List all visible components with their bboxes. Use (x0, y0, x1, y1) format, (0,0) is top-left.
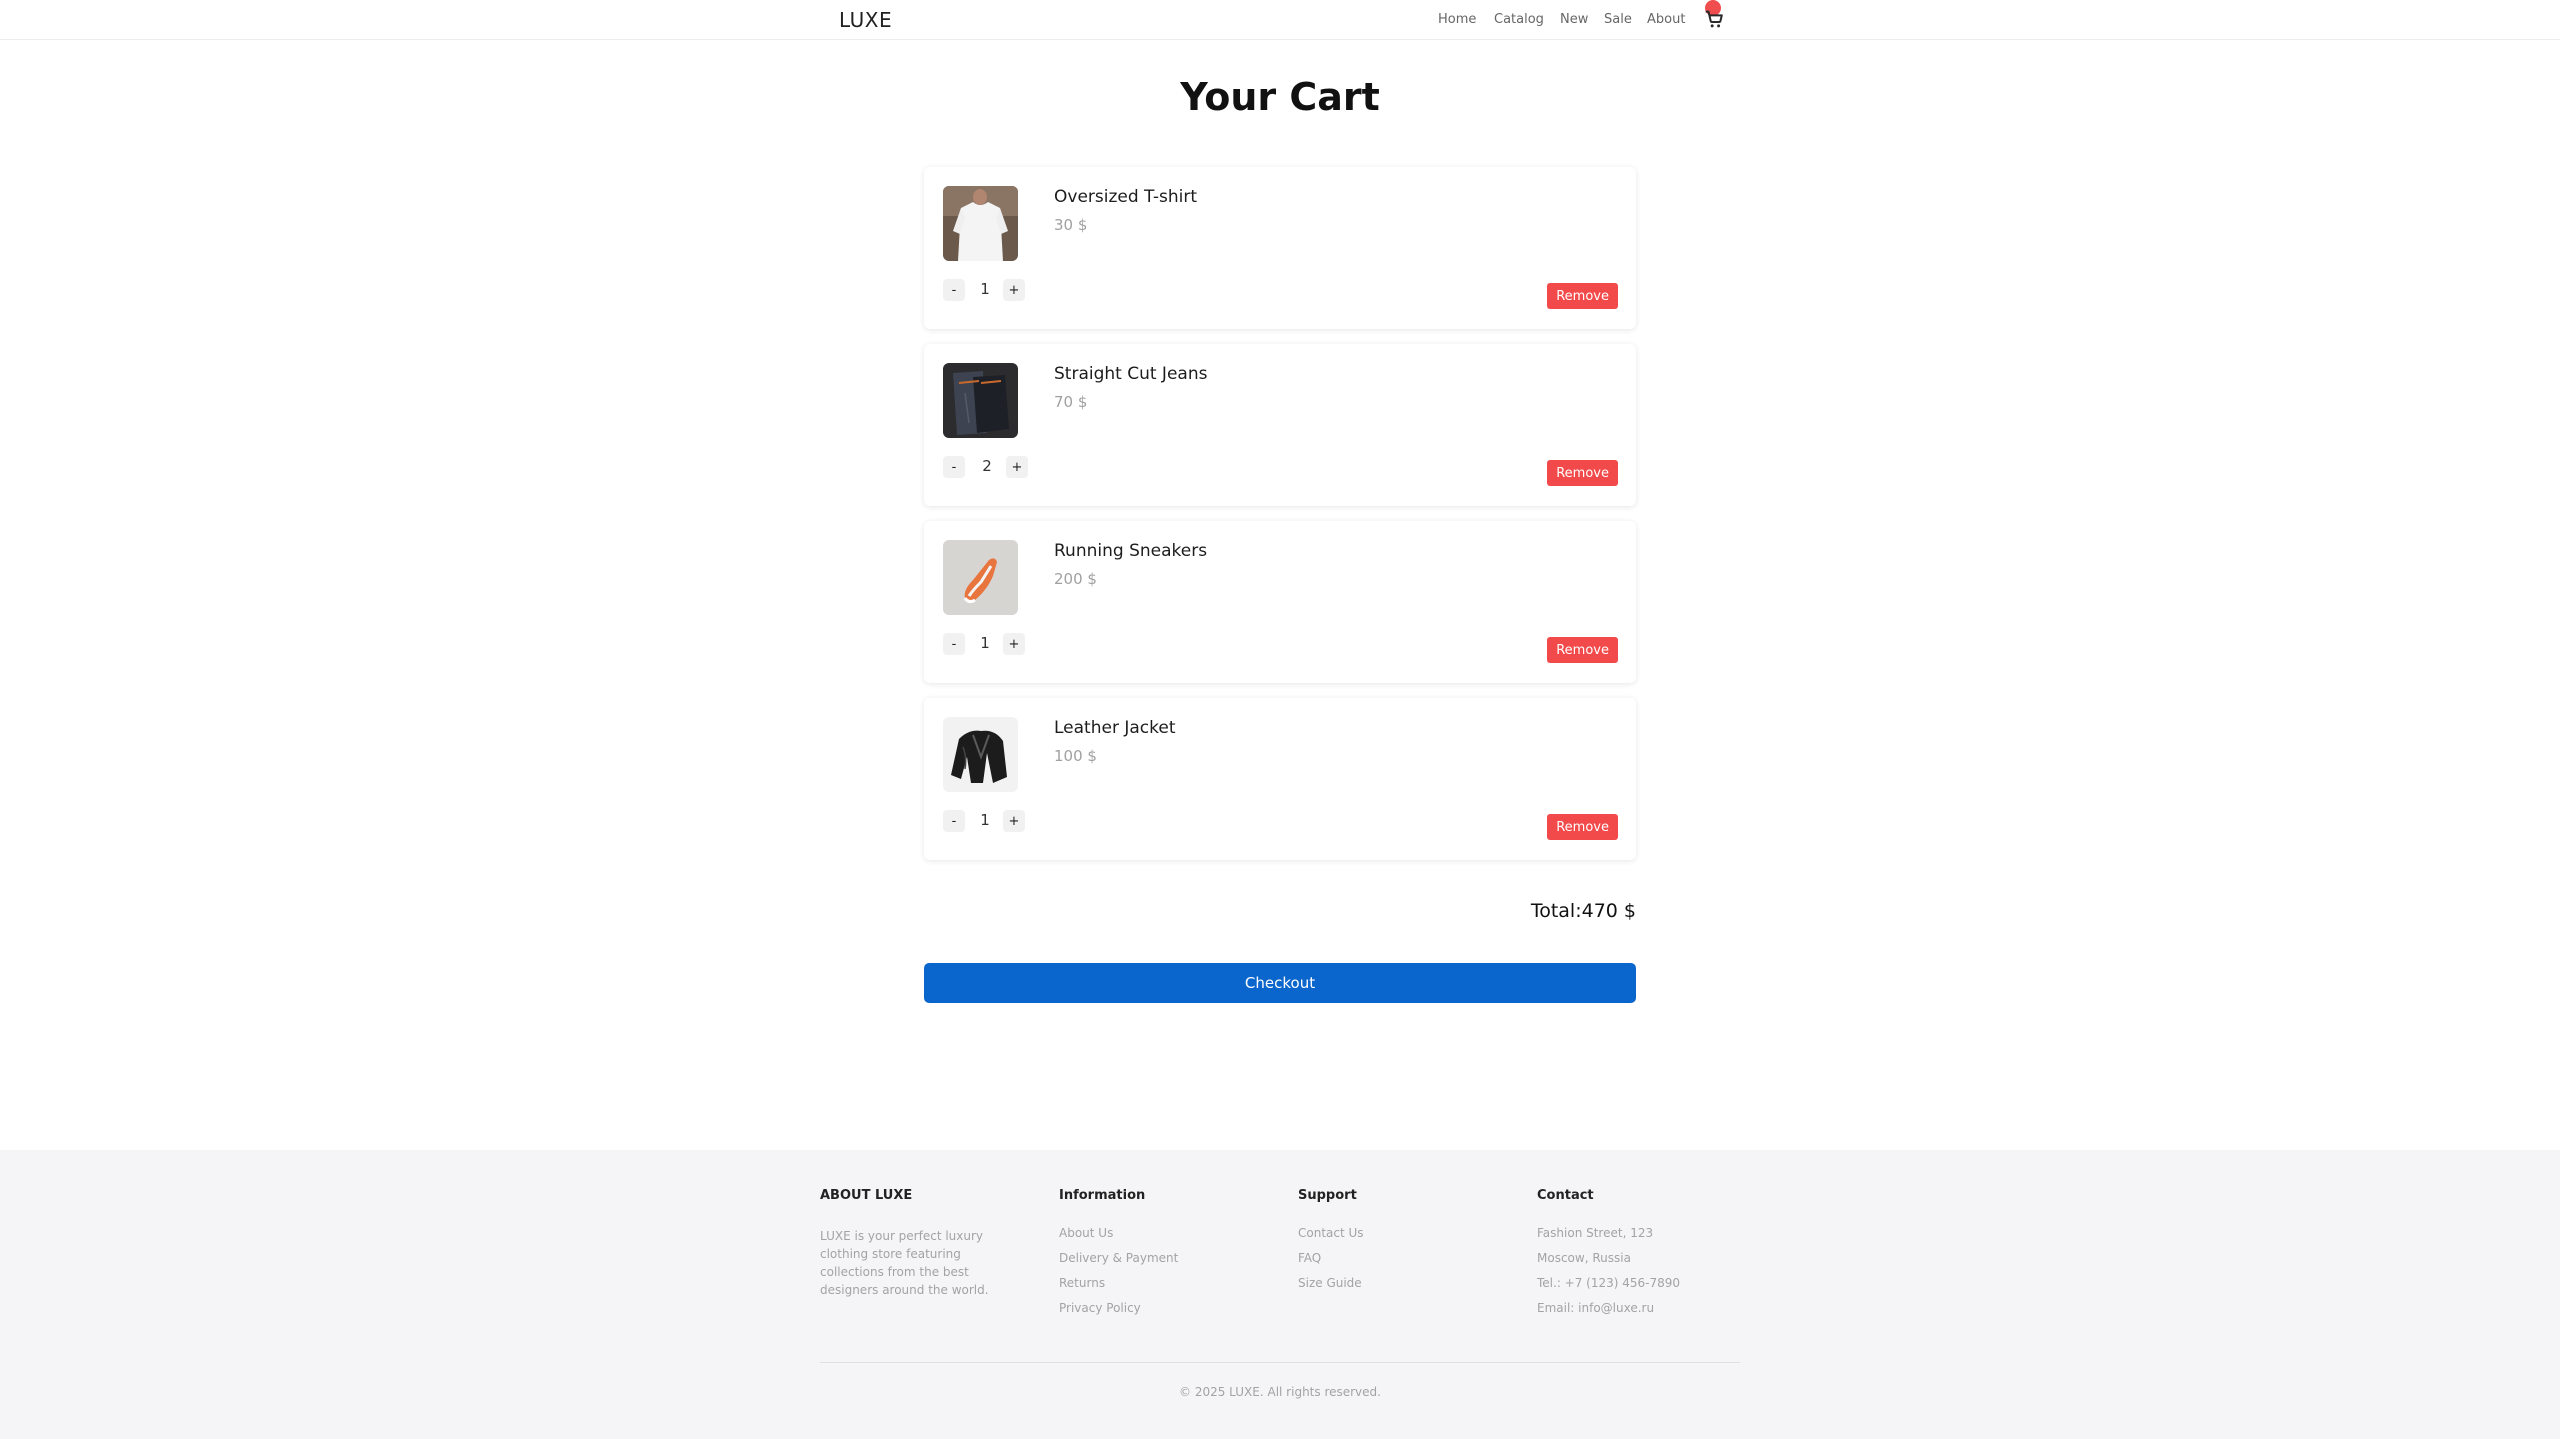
product-image-jacket[interactable] (943, 717, 1018, 792)
footer-about-text: LUXE is your perfect luxury clothing sto… (820, 1229, 989, 1297)
qty-decrease-button[interactable]: - (943, 279, 965, 301)
footer-contact-phone[interactable]: Tel.: +7 (123) 456-7890 (1537, 1271, 1737, 1296)
qty-increase-button[interactable]: + (1003, 279, 1025, 301)
nav-home[interactable]: Home (1438, 12, 1476, 27)
page-title: Your Cart (1180, 75, 1380, 119)
item-price: 70 $ (1054, 393, 1088, 411)
cart-item-card: Oversized T-shirt 30 $ - 1 + Remove (924, 167, 1636, 329)
footer-link-about-us[interactable]: About Us (1059, 1221, 1259, 1246)
nav-new[interactable]: New (1560, 12, 1588, 27)
footer: ABOUT LUXE LUXE is your perfect luxury c… (0, 1150, 2560, 1439)
qty-increase-button[interactable]: + (1006, 456, 1028, 478)
footer-copyright: © 2025 LUXE. All rights reserved. (1179, 1385, 1381, 1399)
footer-link-size-guide[interactable]: Size Guide (1298, 1271, 1498, 1296)
footer-support-heading: Support (1298, 1188, 1357, 1203)
remove-button[interactable]: Remove (1547, 460, 1618, 486)
footer-contact-city: Moscow, Russia (1537, 1251, 1631, 1265)
item-name: Leather Jacket (1054, 718, 1176, 738)
qty-decrease-button[interactable]: - (943, 810, 965, 832)
footer-link-faq[interactable]: FAQ (1298, 1246, 1498, 1271)
footer-about-heading: ABOUT LUXE (820, 1188, 913, 1203)
qty-decrease-button[interactable]: - (943, 456, 965, 478)
cart-icon[interactable] (1703, 8, 1725, 30)
footer-contact-email[interactable]: Email: info@luxe.ru (1537, 1296, 1737, 1321)
product-image-jeans[interactable] (943, 363, 1018, 438)
footer-link-returns[interactable]: Returns (1059, 1271, 1259, 1296)
remove-button[interactable]: Remove (1547, 283, 1618, 309)
footer-contact: Contact Fashion Street, 123 Moscow, Russ… (1537, 1188, 1737, 1327)
footer-link-delivery[interactable]: Delivery & Payment (1059, 1246, 1259, 1271)
footer-link-privacy[interactable]: Privacy Policy (1059, 1296, 1259, 1321)
item-price: 30 $ (1054, 216, 1088, 234)
nav-catalog[interactable]: Catalog (1494, 12, 1544, 27)
top-navbar: LUXE Home Catalog New Sale About (0, 0, 2560, 40)
qty-increase-button[interactable]: + (1003, 633, 1025, 655)
nav-about[interactable]: About (1647, 12, 1685, 27)
footer-support: Support Contact Us FAQ Size Guide (1298, 1188, 1498, 1302)
qty-decrease-button[interactable]: - (943, 633, 965, 655)
footer-link-contact-us[interactable]: Contact Us (1298, 1221, 1498, 1246)
cart-item-card: Straight Cut Jeans 70 $ - 2 + Remove (924, 344, 1636, 506)
cart-total: Total:470 $ (1530, 900, 1636, 922)
footer-contact-heading: Contact (1537, 1188, 1594, 1203)
item-name: Straight Cut Jeans (1054, 364, 1208, 384)
qty-value: 1 (980, 280, 990, 298)
item-name: Oversized T-shirt (1054, 187, 1198, 207)
qty-value: 2 (982, 457, 992, 475)
qty-value: 1 (980, 811, 990, 829)
logo[interactable]: LUXE (839, 8, 892, 32)
remove-button[interactable]: Remove (1547, 814, 1618, 840)
cart-item-card: Leather Jacket 100 $ - 1 + Remove (924, 698, 1636, 860)
checkout-button[interactable]: Checkout (924, 963, 1636, 1003)
footer-divider (820, 1362, 1740, 1363)
qty-value: 1 (980, 634, 990, 652)
product-image-sneakers[interactable] (943, 540, 1018, 615)
footer-information: Information About Us Delivery & Payment … (1059, 1188, 1259, 1327)
qty-increase-button[interactable]: + (1003, 810, 1025, 832)
item-price: 100 $ (1054, 747, 1097, 765)
item-name: Running Sneakers (1054, 541, 1208, 561)
product-image-tshirt[interactable] (943, 186, 1018, 261)
footer-information-heading: Information (1059, 1188, 1146, 1203)
nav-sale[interactable]: Sale (1604, 12, 1632, 27)
cart-item-card: Running Sneakers 200 $ - 1 + Remove (924, 521, 1636, 683)
item-price: 200 $ (1054, 570, 1097, 588)
footer-contact-address: Fashion Street, 123 (1537, 1226, 1654, 1240)
remove-button[interactable]: Remove (1547, 637, 1618, 663)
footer-about: ABOUT LUXE LUXE is your perfect luxury c… (820, 1188, 1020, 1299)
